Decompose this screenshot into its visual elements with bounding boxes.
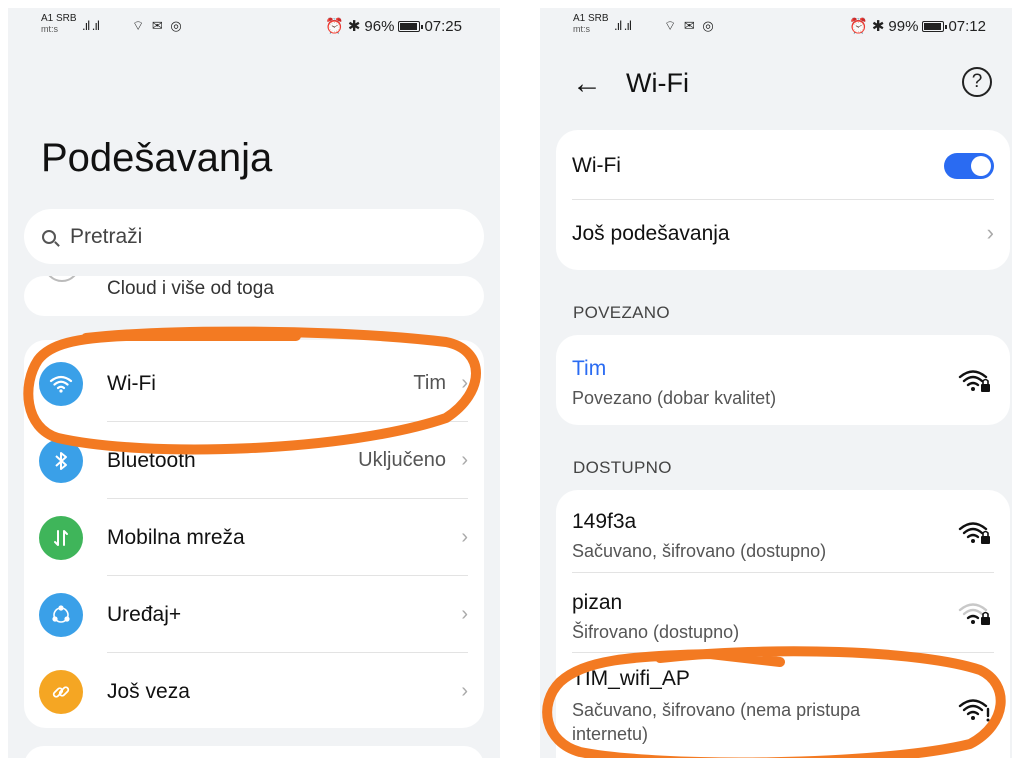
status-icons: ⌔ ✉ ◎: [132, 18, 184, 33]
row-label: Još veza: [107, 679, 190, 703]
wifi-signal-lock-icon: [958, 370, 990, 392]
chevron-right-icon: ›: [461, 372, 468, 394]
app-bar: ← Wi-Fi ?: [540, 60, 1012, 108]
status-icons: ⌔ ✉ ◎: [664, 18, 716, 33]
page-title: Podešavanja: [41, 136, 273, 180]
network-row[interactable]: 149f3a Sačuvano, šifrovano (dostupno): [556, 490, 1010, 573]
row-label: Bluetooth: [107, 448, 196, 472]
chevron-right-icon: ›: [461, 449, 468, 471]
chevron-right-icon: ›: [986, 220, 994, 245]
settings-item-more-connections[interactable]: Još veza ›: [24, 653, 484, 730]
row-label: Uređaj+: [107, 602, 182, 626]
available-header: DOSTUPNO: [573, 458, 672, 477]
available-card: 149f3a Sačuvano, šifrovano (dostupno) pi…: [556, 490, 1010, 758]
wifi-icon: [39, 361, 83, 406]
chevron-right-icon: ›: [461, 603, 468, 625]
search-icon: [42, 229, 56, 244]
next-card: [24, 746, 484, 758]
more-settings-label: Još podešavanja: [572, 222, 730, 245]
settings-item-bluetooth[interactable]: Bluetooth Uključeno ›: [24, 422, 484, 499]
signal-icon: .ıl .ıl: [82, 18, 100, 33]
chevron-right-icon: ›: [461, 680, 468, 702]
battery-percent: 99%: [888, 17, 919, 35]
carrier-label: A1 SRB mt:s: [573, 13, 609, 35]
carrier-sub: mt:s: [41, 24, 58, 34]
wifi-toggle-row[interactable]: Wi-Fi: [556, 130, 1010, 200]
status-time: 07:12: [948, 17, 986, 35]
carrier-sub: mt:s: [573, 24, 590, 34]
network-name: Tim: [572, 357, 607, 380]
battery-icon: [398, 20, 424, 32]
status-time: 07:25: [424, 17, 462, 35]
network-row-connected[interactable]: Tim Povezano (dobar kvalitet): [556, 335, 1010, 425]
network-status: Šifrovano (dostupno): [572, 622, 740, 642]
row-value: Uključeno: [358, 449, 446, 471]
status-bar: A1 SRB mt:s .ıl .ıl ⌔ ✉ ◎ ⏰ ✱ 96% 07:25: [8, 8, 500, 48]
mobile-network-icon: [39, 515, 83, 560]
wifi-screen: A1 SRB mt:s .ıl .ıl ⌔ ✉ ◎ ⏰ ✱ 99% 07:12 …: [540, 8, 1012, 758]
settings-item-device-plus[interactable]: Uređaj+ ›: [24, 576, 484, 653]
connected-header: POVEZANO: [573, 303, 670, 322]
more-settings-row[interactable]: Još podešavanja ›: [556, 200, 1010, 270]
connected-card: Tim Povezano (dobar kvalitet): [556, 335, 1010, 425]
account-avatar: [44, 276, 80, 282]
search-placeholder: Pretraži: [70, 224, 143, 248]
network-status: Sačuvano, šifrovano (nema pristupa: [572, 700, 861, 720]
wifi-toggle-label: Wi-Fi: [572, 154, 621, 177]
page-title: Wi-Fi: [626, 68, 689, 98]
network-name: TIM_wifi_AP: [572, 667, 690, 690]
help-icon[interactable]: ?: [962, 67, 992, 97]
alarm-bluetooth-icons: ⏰ ✱: [849, 18, 885, 35]
network-name: 149f3a: [572, 510, 637, 533]
status-right: ⏰ ✱ 96% 07:25: [325, 17, 462, 36]
network-row[interactable]: pizan Šifrovano (dostupno): [556, 573, 1010, 653]
network-status: Sačuvano, šifrovano (dostupno): [572, 541, 827, 561]
connections-card: Wi-Fi Tim › Bluetooth Uključeno › Mobiln…: [24, 340, 484, 728]
search-bar[interactable]: Pretraži: [24, 209, 484, 264]
settings-item-wifi[interactable]: Wi-Fi Tim ›: [24, 345, 484, 422]
cloud-subtitle: Cloud i više od toga: [107, 278, 274, 299]
wifi-toggle-switch[interactable]: [944, 153, 994, 179]
network-status: Povezano (dobar kvalitet): [572, 388, 777, 408]
signal-icon: .ıl .ıl: [614, 18, 632, 33]
network-status-cont: internetu): [572, 724, 649, 744]
back-arrow-icon[interactable]: ←: [572, 69, 602, 99]
bluetooth-icon: [39, 438, 83, 483]
row-label: Wi-Fi: [107, 371, 156, 395]
chevron-right-icon: ›: [461, 526, 468, 548]
network-row[interactable]: TIM_wifi_AP Sačuvano, šifrovano (nema pr…: [556, 653, 1010, 758]
network-name: pizan: [572, 591, 623, 614]
status-right: ⏰ ✱ 99% 07:12: [849, 17, 986, 36]
wifi-no-internet-icon: [958, 699, 990, 722]
carrier-name: A1 SRB: [41, 13, 77, 24]
cloud-item[interactable]: Cloud i više od toga: [24, 276, 484, 316]
wifi-toggle-card: Wi-Fi Još podešavanja ›: [556, 130, 1010, 270]
carrier-label: A1 SRB mt:s: [41, 13, 77, 35]
alarm-bluetooth-icons: ⏰ ✱: [325, 18, 361, 35]
row-label: Mobilna mreža: [107, 525, 245, 549]
settings-item-mobile-network[interactable]: Mobilna mreža ›: [24, 499, 484, 576]
battery-icon: [922, 20, 948, 32]
carrier-name: A1 SRB: [573, 13, 609, 24]
wifi-signal-weak-lock-icon: [958, 603, 990, 625]
row-value: Tim: [413, 372, 446, 394]
link-icon: [39, 669, 83, 714]
device-plus-icon: [39, 592, 83, 637]
settings-screen: A1 SRB mt:s .ıl .ıl ⌔ ✉ ◎ ⏰ ✱ 96% 07:25 …: [8, 8, 500, 758]
status-bar: A1 SRB mt:s .ıl .ıl ⌔ ✉ ◎ ⏰ ✱ 99% 07:12: [540, 8, 1012, 48]
wifi-signal-lock-icon: [958, 522, 990, 544]
battery-percent: 96%: [364, 17, 395, 35]
